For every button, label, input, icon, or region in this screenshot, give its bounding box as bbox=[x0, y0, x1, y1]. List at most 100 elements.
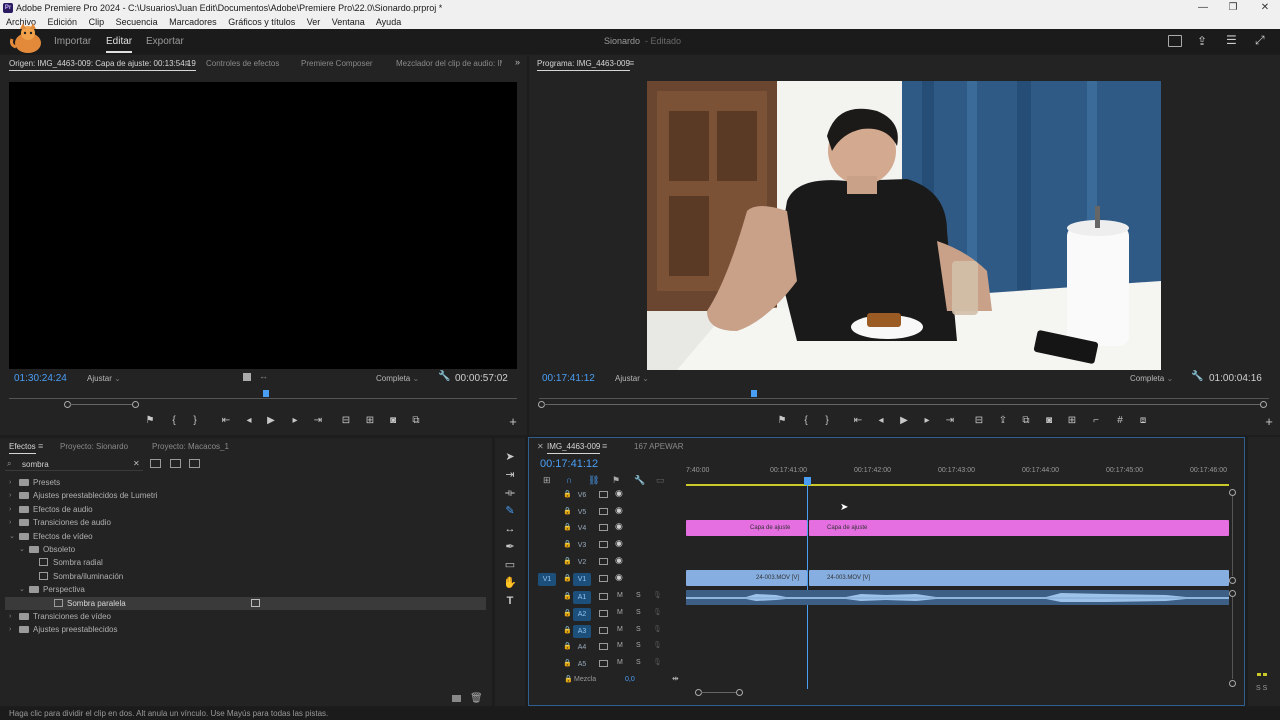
menu-secuencia[interactable]: Secuencia bbox=[116, 17, 158, 27]
track-target-button[interactable]: V4 bbox=[573, 522, 591, 535]
chevron-right-icon[interactable]: › bbox=[9, 503, 11, 516]
step-forward-icon[interactable]: ▸ bbox=[288, 415, 302, 426]
chevron-right-icon[interactable]: › bbox=[9, 623, 11, 636]
eye-icon[interactable]: ◉ bbox=[615, 488, 623, 499]
timeline-menu-icon[interactable]: ≡ bbox=[602, 441, 607, 451]
tab-audio-clip-mixer[interactable]: Mezclador del clip de audio: IMG bbox=[396, 59, 502, 68]
lock-icon[interactable]: 🔒 bbox=[563, 523, 572, 531]
tab-project-macacos[interactable]: Proyecto: Macacos_1 bbox=[152, 442, 229, 451]
track-target-button[interactable]: A5 bbox=[573, 658, 591, 671]
voiceover-mic-icon[interactable]: 🎙 bbox=[653, 608, 662, 616]
go-to-in-icon[interactable]: ⇤ bbox=[851, 415, 865, 426]
chevron-right-icon[interactable]: › bbox=[9, 476, 11, 489]
effects-tree-item[interactable]: › Transiciones de vídeo bbox=[0, 610, 486, 623]
effects-menu-icon[interactable]: ≡ bbox=[38, 441, 43, 451]
safe-margins-icon[interactable]: # bbox=[1113, 415, 1127, 426]
chevron-right-icon[interactable]: › bbox=[9, 516, 11, 529]
eye-icon[interactable]: ◉ bbox=[615, 505, 623, 516]
export-frame-icon[interactable]: ◙ bbox=[1042, 415, 1056, 426]
voiceover-mic-icon[interactable]: 🎙 bbox=[653, 658, 662, 666]
work-area-bar[interactable] bbox=[686, 484, 1229, 486]
tab-project-sionardo[interactable]: Proyecto: Sionardo bbox=[60, 442, 128, 451]
go-to-out-icon[interactable]: ⇥ bbox=[311, 415, 325, 426]
clip-video-a[interactable]: 24-003.MOV [V] bbox=[686, 570, 807, 586]
compare-view-icon[interactable]: ⊞ bbox=[1065, 415, 1079, 426]
solo-button[interactable]: S bbox=[636, 642, 641, 649]
lock-icon[interactable]: 🔒 bbox=[563, 659, 572, 667]
mute-button[interactable]: M bbox=[617, 642, 623, 649]
rectangle-tool-icon[interactable]: ▭ bbox=[503, 558, 517, 572]
source-timecode[interactable]: 01:30:24:24 bbox=[14, 373, 67, 384]
clip-adjustment-a[interactable]: Capa de ajuste bbox=[686, 520, 807, 536]
track-select-tool-icon[interactable]: ⇥ bbox=[503, 468, 517, 482]
menu-graficos[interactable]: Gráficos y títulos bbox=[228, 17, 295, 27]
mix-lock-icon[interactable]: 🔒 bbox=[564, 675, 573, 683]
tab-exportar[interactable]: Exportar bbox=[146, 36, 184, 47]
menu-lines-icon[interactable]: ☰ bbox=[1226, 33, 1237, 47]
add-button-icon[interactable]: + bbox=[1262, 414, 1276, 429]
track-target-button[interactable]: V5 bbox=[573, 506, 591, 519]
source-zoom-bar[interactable] bbox=[70, 404, 133, 405]
mute-button[interactable]: M bbox=[617, 609, 623, 616]
chevron-down-icon[interactable]: ⌄ bbox=[19, 583, 25, 596]
eye-icon[interactable]: ◉ bbox=[615, 538, 623, 549]
source-playhead[interactable] bbox=[263, 390, 269, 397]
mute-button[interactable]: M bbox=[617, 659, 623, 666]
menu-marcadores[interactable]: Marcadores bbox=[169, 17, 217, 27]
effects-search-input[interactable]: sombra bbox=[22, 460, 49, 469]
a-scroll-top-handle[interactable] bbox=[1229, 590, 1236, 597]
lock-icon[interactable]: 🔒 bbox=[563, 490, 572, 498]
clip-video-b[interactable]: 24-003.MOV [V] bbox=[809, 570, 1229, 586]
voiceover-mic-icon[interactable]: 🎙 bbox=[653, 625, 662, 633]
effects-tree-item[interactable]: ⌄ Perspectiva bbox=[0, 583, 486, 596]
insert-icon[interactable]: ↔ bbox=[259, 371, 268, 381]
sync-lock-icon[interactable] bbox=[599, 593, 608, 601]
clip-audio-a1[interactable] bbox=[686, 590, 1229, 605]
button-editor-icon[interactable]: ⧉ bbox=[409, 415, 423, 426]
step-forward-icon[interactable]: ▸ bbox=[920, 415, 934, 426]
menu-ventana[interactable]: Ventana bbox=[332, 17, 365, 27]
effects-tree-item[interactable]: Sombra/iluminación bbox=[0, 570, 486, 583]
tab-source[interactable]: Origen: IMG_4463-009: Capa de ajuste: 00… bbox=[9, 59, 196, 71]
go-to-out-icon[interactable]: ⇥ bbox=[943, 415, 957, 426]
tab-importar[interactable]: Importar bbox=[54, 36, 91, 47]
program-wrench-icon[interactable]: 🔧 bbox=[1191, 371, 1203, 382]
mark-in-icon[interactable]: { bbox=[799, 415, 813, 426]
tab-effect-controls[interactable]: Controles de efectos bbox=[206, 59, 279, 68]
add-marker-icon[interactable]: ⚑ bbox=[143, 415, 157, 426]
eye-icon[interactable]: ◉ bbox=[615, 555, 623, 566]
accelerated-effects-icon[interactable] bbox=[150, 459, 161, 468]
effects-tree-item[interactable]: Sombra paralela bbox=[5, 596, 486, 610]
export-frame-icon[interactable]: ◙ bbox=[386, 415, 400, 426]
solo-meter-labels[interactable]: S S bbox=[1256, 685, 1267, 692]
share-icon[interactable]: ⇪ bbox=[1197, 34, 1207, 48]
source-zoom-right-handle[interactable] bbox=[132, 401, 139, 408]
lock-icon[interactable]: 🔒 bbox=[563, 507, 572, 515]
tab-editar[interactable]: Editar bbox=[106, 36, 133, 53]
sync-lock-icon[interactable] bbox=[599, 660, 608, 667]
menu-ver[interactable]: Ver bbox=[307, 17, 321, 27]
minimize-icon[interactable]: — bbox=[1188, 0, 1218, 16]
captions-icon[interactable]: ▭ bbox=[656, 475, 665, 486]
program-zoom-bar[interactable] bbox=[544, 404, 1261, 405]
source-patch-button[interactable]: V1 bbox=[538, 572, 556, 586]
fullscreen-icon[interactable]: ⤢ bbox=[1255, 33, 1265, 48]
program-playhead[interactable] bbox=[750, 390, 757, 397]
tab-program[interactable]: Programa: IMG_4463-009 bbox=[537, 59, 630, 71]
program-quality-select[interactable]: Completa ⌄ bbox=[1130, 374, 1173, 383]
mark-out-icon[interactable]: } bbox=[188, 415, 202, 426]
timeline-zoom-right-handle[interactable] bbox=[736, 689, 743, 696]
lock-icon[interactable]: 🔒 bbox=[563, 574, 572, 582]
clear-search-icon[interactable]: ✕ bbox=[133, 459, 140, 468]
source-viewer[interactable] bbox=[9, 82, 517, 369]
play-icon[interactable]: ▶ bbox=[897, 415, 911, 426]
v-scroll-bar[interactable] bbox=[1232, 496, 1233, 576]
mix-jump-icon[interactable]: ⇹ bbox=[672, 674, 679, 683]
program-menu-icon[interactable]: ≡ bbox=[629, 58, 634, 68]
add-marker-icon[interactable]: ⚑ bbox=[612, 475, 620, 486]
lock-icon[interactable]: 🔒 bbox=[563, 592, 572, 600]
program-timecode[interactable]: 00:17:41:12 bbox=[542, 373, 595, 384]
track-target-button[interactable]: V1 bbox=[573, 572, 591, 586]
voiceover-mic-icon[interactable]: 🎙 bbox=[653, 641, 662, 649]
a-scroll-bar[interactable] bbox=[1232, 597, 1233, 679]
